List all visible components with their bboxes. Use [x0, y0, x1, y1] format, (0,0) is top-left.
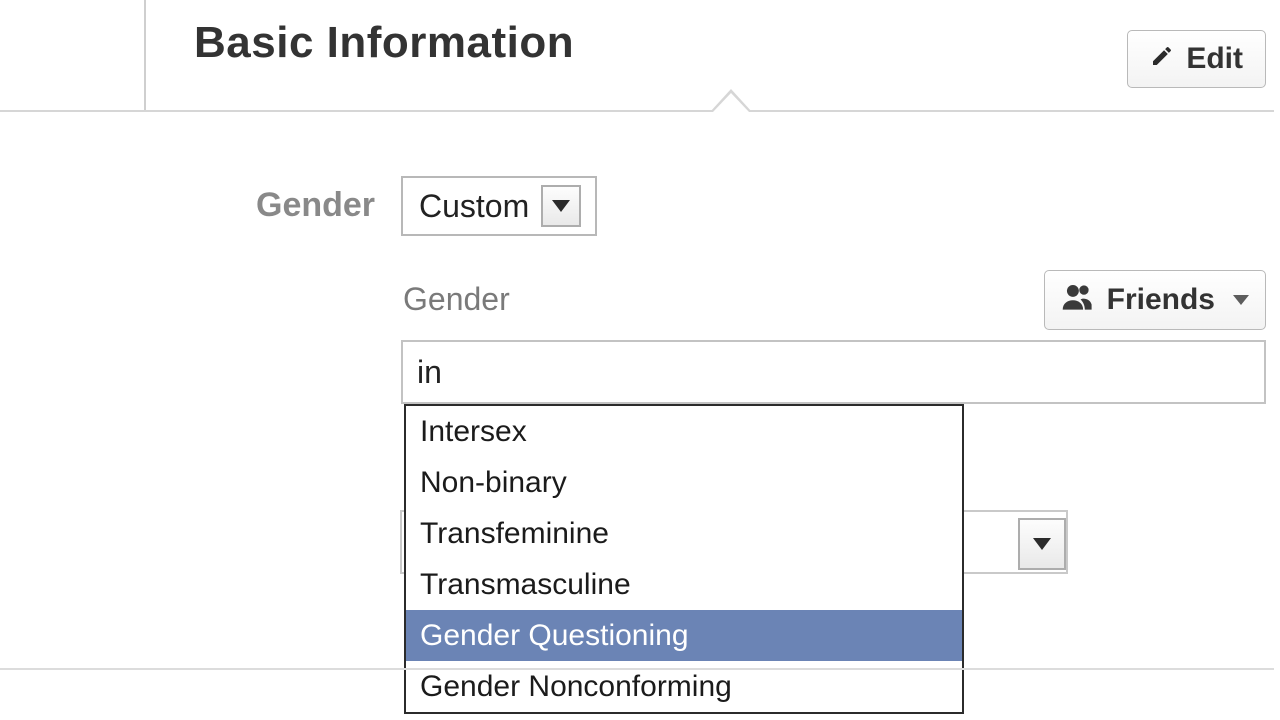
pencil-icon — [1150, 42, 1174, 76]
list-item[interactable]: Intersex — [406, 406, 962, 457]
friends-icon — [1061, 282, 1095, 318]
edit-button[interactable]: Edit — [1127, 30, 1266, 88]
section-bottom-divider — [0, 668, 1274, 670]
list-item-label: Intersex — [420, 415, 527, 449]
chevron-down-icon — [1018, 518, 1066, 570]
gender-select-value: Custom — [419, 188, 529, 225]
section-title: Basic Information — [194, 18, 574, 67]
section-divider — [0, 110, 1274, 112]
custom-gender-input[interactable]: in — [401, 340, 1266, 404]
gender-field-label: Gender — [256, 186, 375, 225]
list-item-label: Transfeminine — [420, 517, 609, 551]
section-header: Basic Information — [194, 18, 1266, 92]
chevron-down-icon — [1233, 295, 1249, 305]
privacy-selector-label: Friends — [1107, 283, 1215, 317]
section-divider-notch — [710, 89, 752, 111]
list-item[interactable]: Transmasculine — [406, 559, 962, 610]
list-item-label: Gender Questioning — [420, 619, 689, 653]
list-item-label: Non-binary — [420, 466, 567, 500]
custom-gender-sub-label: Gender — [403, 281, 510, 318]
gender-select[interactable]: Custom — [401, 176, 597, 236]
edit-button-label: Edit — [1186, 42, 1243, 76]
list-item-label: Transmasculine — [420, 568, 631, 602]
privacy-selector[interactable]: Friends — [1044, 270, 1266, 330]
section-left-divider — [144, 0, 146, 110]
list-item[interactable]: Transfeminine — [406, 508, 962, 559]
list-item-label: Gender Nonconforming — [420, 670, 732, 704]
list-item[interactable]: Non-binary — [406, 457, 962, 508]
chevron-down-icon — [541, 185, 581, 227]
list-item[interactable]: Gender Questioning — [406, 610, 962, 661]
custom-gender-input-value: in — [417, 354, 442, 391]
